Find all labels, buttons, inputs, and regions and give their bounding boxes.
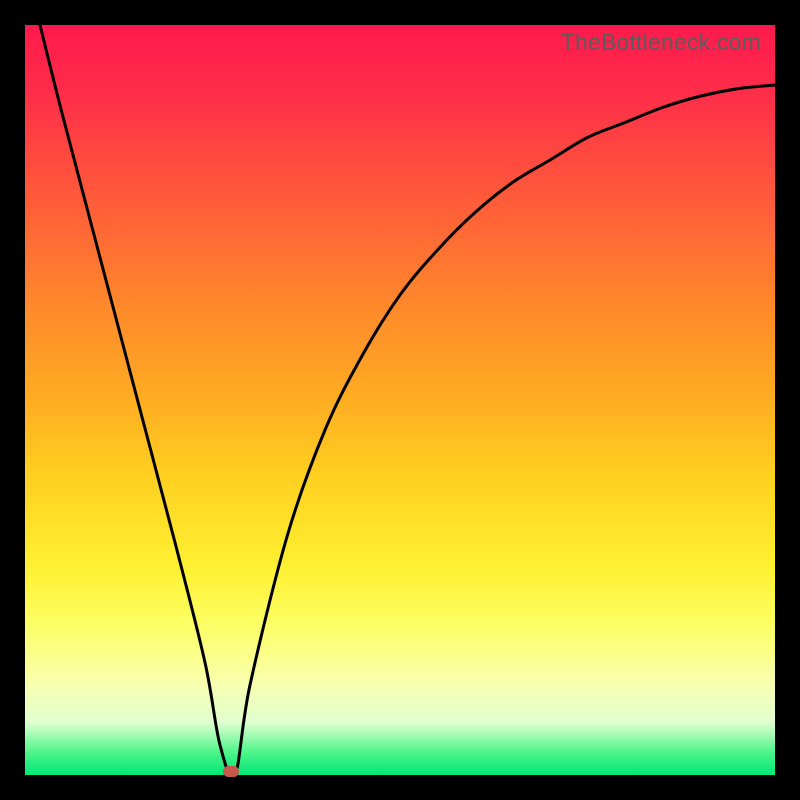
bottleneck-curve: [25, 25, 775, 775]
plot-area: TheBottleneck.com: [25, 25, 775, 775]
minimum-marker: [223, 766, 239, 777]
